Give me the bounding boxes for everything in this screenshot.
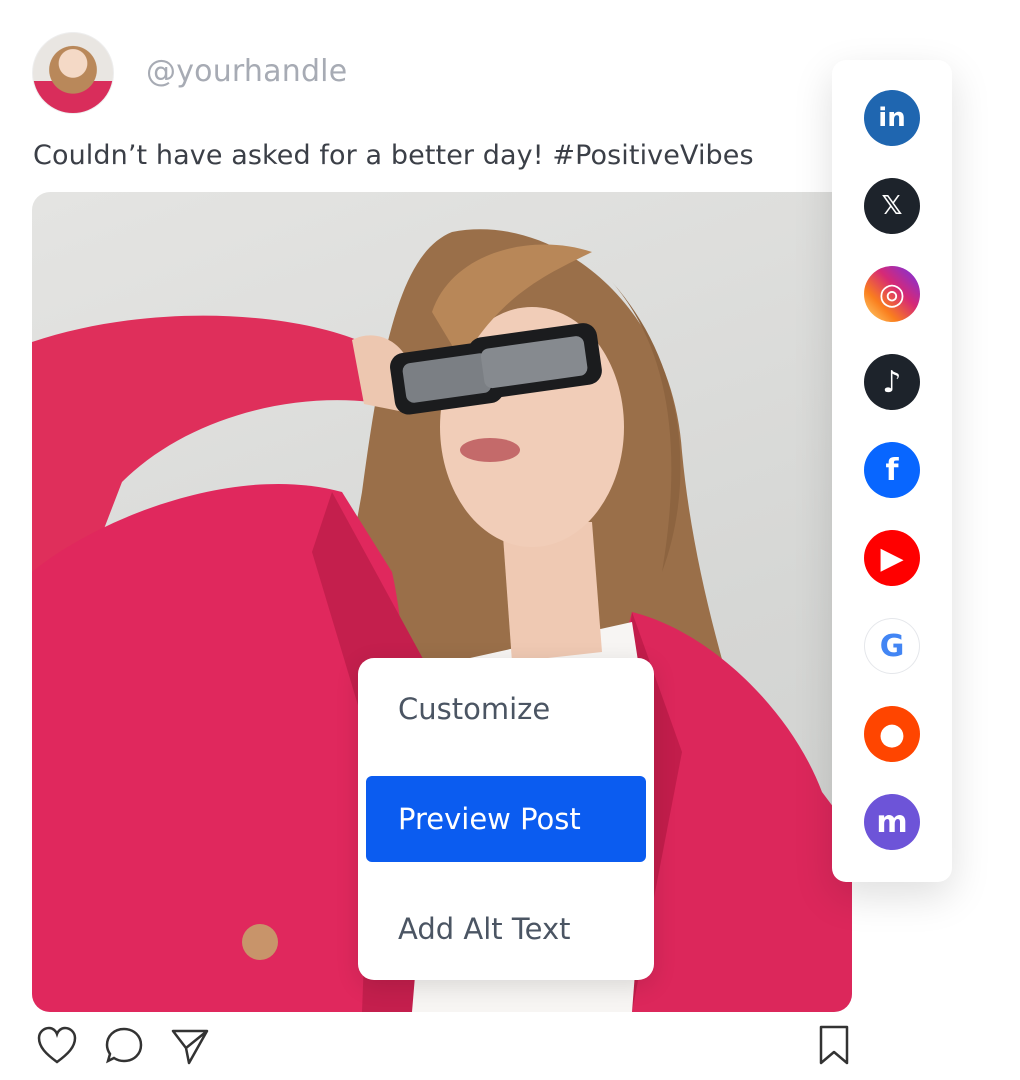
avatar[interactable] (32, 32, 114, 114)
social-network-rail: in 𝕏 ◎ ♪ f ▶ G ● m (832, 60, 952, 882)
share-icon[interactable] (170, 1028, 210, 1066)
post-caption: Couldn’t have asked for a better day! #P… (33, 140, 754, 171)
tiktok-icon[interactable]: ♪ (864, 354, 920, 410)
photo-context-menu: Customize Preview Post Add Alt Text (358, 658, 654, 980)
x-icon[interactable]: 𝕏 (864, 178, 920, 234)
linkedin-icon[interactable]: in (864, 90, 920, 146)
menu-item-preview-post[interactable]: Preview Post (366, 776, 646, 862)
menu-item-add-alt-text[interactable]: Add Alt Text (366, 886, 646, 972)
menu-item-customize[interactable]: Customize (366, 666, 646, 752)
youtube-icon[interactable]: ▶ (864, 530, 920, 586)
post-card: @yourhandle Couldn’t have asked for a be… (0, 0, 886, 1080)
comment-icon[interactable] (104, 1026, 144, 1066)
bookmark-icon[interactable] (818, 1024, 850, 1066)
instagram-icon[interactable]: ◎ (864, 266, 920, 322)
facebook-icon[interactable]: f (864, 442, 920, 498)
mastodon-icon[interactable]: m (864, 794, 920, 850)
google-business-icon[interactable]: G (864, 618, 920, 674)
like-icon[interactable] (36, 1026, 78, 1066)
reddit-icon[interactable]: ● (864, 706, 920, 762)
post-handle[interactable]: @yourhandle (146, 54, 347, 89)
